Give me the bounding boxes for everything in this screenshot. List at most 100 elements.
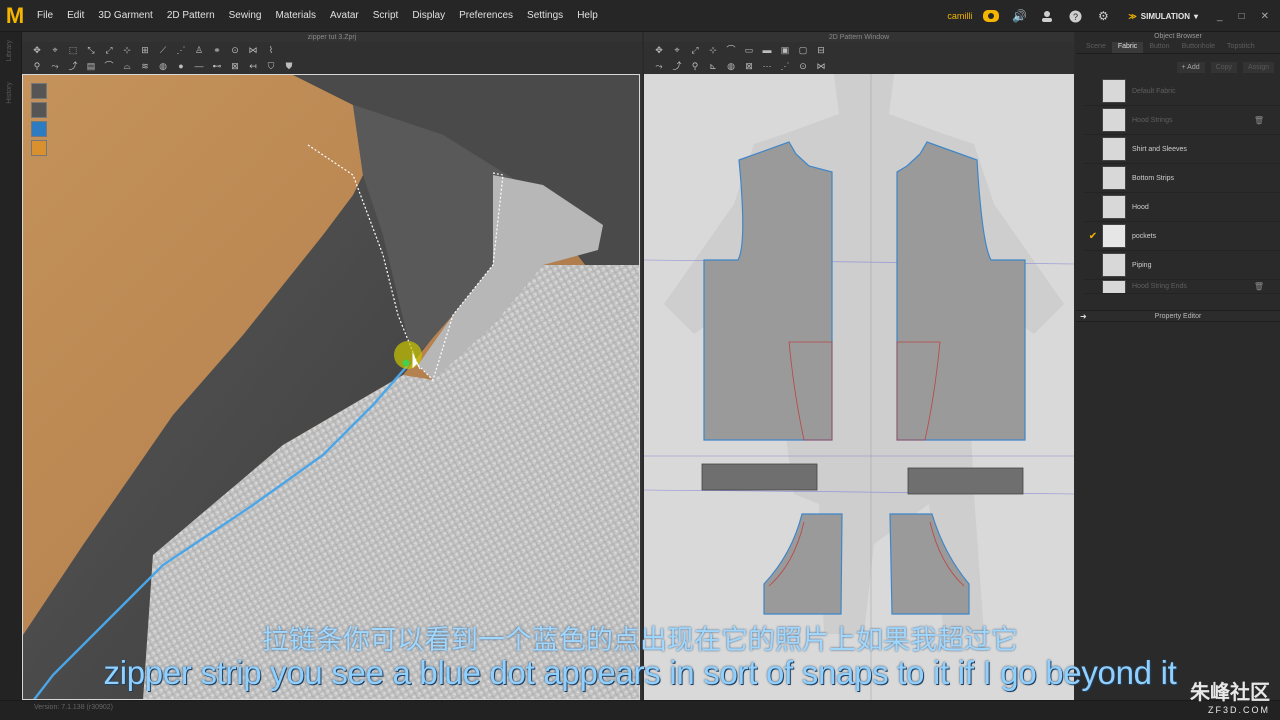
2d-edit-curve-icon[interactable]: ⤢	[688, 44, 702, 56]
list-item[interactable]: ✔ pockets	[1084, 222, 1280, 251]
menu-sewing[interactable]: Sewing	[222, 10, 269, 21]
property-editor-header[interactable]: ➜ Property Editor	[1076, 310, 1280, 322]
shirt-fill-icon[interactable]: ⛊	[282, 60, 296, 72]
2d-edit-point-icon[interactable]: ⌖	[670, 44, 684, 56]
menu-display[interactable]: Display	[405, 10, 452, 21]
menu-edit[interactable]: Edit	[60, 10, 91, 21]
list-item[interactable]: Default Fabric	[1084, 77, 1280, 106]
library-tab-label[interactable]: Library	[6, 40, 13, 61]
list-item[interactable]: Piping	[1084, 251, 1280, 280]
gizmo-icon[interactable]: ⤡	[84, 44, 98, 56]
view-skin-icon[interactable]	[31, 140, 47, 156]
pin-icon[interactable]: ⊹	[120, 44, 134, 56]
zipper-edit-icon[interactable]: ⌇	[264, 44, 278, 56]
layer-icon[interactable]: ▤	[84, 60, 98, 72]
tab-buttonhole[interactable]: Buttonhole	[1176, 42, 1221, 53]
menu-3d-garment[interactable]: 3D Garment	[91, 10, 159, 21]
menu-settings[interactable]: Settings	[520, 10, 570, 21]
2d-internal-polygon-icon[interactable]: ▢	[796, 44, 810, 56]
user-icon[interactable]	[1038, 7, 1056, 25]
2d-polygon-icon[interactable]: ▬	[760, 44, 774, 56]
3d-viewport[interactable]	[22, 74, 640, 700]
2d-graphic-icon[interactable]: ⊠	[742, 60, 756, 72]
list-item[interactable]: Bottom Strips	[1084, 164, 1280, 193]
zipper-tool-icon[interactable]: ⋈	[246, 44, 260, 56]
tab-fabric[interactable]: Fabric	[1111, 42, 1144, 53]
menu-file[interactable]: File	[30, 10, 60, 21]
2d-free-topstitch-icon[interactable]: ⋰	[778, 60, 792, 72]
tab-scene[interactable]: Scene	[1080, 42, 1112, 53]
line-icon[interactable]: —	[192, 60, 206, 72]
assign-fabric-button[interactable]: Assign	[1242, 62, 1274, 73]
tack-icon[interactable]: ⚲	[30, 60, 44, 72]
menu-preferences[interactable]: Preferences	[452, 10, 520, 21]
2d-fold-icon[interactable]: ⊾	[706, 60, 720, 72]
shirt-icon[interactable]: ⛉	[264, 60, 278, 72]
measure-icon[interactable]: ⟋	[156, 44, 170, 56]
simulation-mode-dropdown[interactable]: ≫ SIMULATION ▾	[1122, 12, 1204, 21]
select-move-icon[interactable]: ✥	[30, 44, 44, 56]
speaker-icon[interactable]: 🔊	[1010, 7, 1028, 25]
object-browser-title: Object Browser	[1154, 33, 1202, 40]
close-button[interactable]: ✕	[1258, 11, 1272, 22]
add-fabric-button[interactable]: + Add	[1176, 62, 1205, 73]
box-select-icon[interactable]: ⬚	[66, 44, 80, 56]
select-mesh-icon[interactable]: ⌖	[48, 44, 62, 56]
cloud-icon[interactable]	[982, 7, 1000, 25]
2d-segment-sew-icon[interactable]: ⤳	[652, 60, 666, 72]
maximize-button[interactable]: □	[1236, 11, 1248, 22]
tab-button[interactable]: Button	[1143, 42, 1175, 53]
list-item[interactable]: Hood	[1084, 193, 1280, 222]
puckering-icon[interactable]: ≋	[138, 60, 152, 72]
2d-tack-icon[interactable]: ⚲	[688, 60, 702, 72]
tape-icon[interactable]: ⋰	[174, 44, 188, 56]
fold-icon[interactable]: ⤢	[102, 44, 116, 56]
trace-icon[interactable]: ⊠	[228, 60, 242, 72]
2d-rect-icon[interactable]: ▭	[742, 44, 756, 56]
2d-add-point-icon[interactable]: ⊹	[706, 44, 720, 56]
2d-transform-icon[interactable]: ✥	[652, 44, 666, 56]
2d-internal-rect-icon[interactable]: ▣	[778, 44, 792, 56]
trash-icon[interactable]: 🗑	[1254, 116, 1264, 125]
list-item[interactable]: Hood Strings 🗑	[1084, 106, 1280, 135]
avatar-pose-icon[interactable]: ♙	[192, 44, 206, 56]
fold-arrange-icon[interactable]: ⤴	[66, 60, 80, 72]
2d-texture-icon[interactable]: ◍	[724, 60, 738, 72]
history-tab-label[interactable]: History	[6, 82, 13, 104]
2d-dart-icon[interactable]: ⊟	[814, 44, 828, 56]
style-line-icon[interactable]: ⌒	[102, 60, 116, 72]
user-name[interactable]: camilli	[947, 11, 972, 21]
view-camera-icon[interactable]	[31, 83, 47, 99]
2d-button-icon[interactable]: ⊙	[796, 60, 810, 72]
trash-icon[interactable]: 🗑	[1254, 282, 1264, 291]
2d-free-sew-icon[interactable]: ⤴	[670, 60, 684, 72]
2d-zipper-icon[interactable]: ⋈	[814, 60, 828, 72]
copy-fabric-button[interactable]: Copy	[1210, 62, 1237, 73]
pin-box-icon[interactable]: ⊞	[138, 44, 152, 56]
tab-topstitch[interactable]: Topstitch	[1221, 42, 1261, 53]
library-side-strip[interactable]: Library History	[0, 32, 22, 720]
2d-viewport[interactable]	[644, 74, 1074, 700]
list-item[interactable]: Shirt and Sleeves	[1084, 135, 1280, 164]
list-item[interactable]: Hood String Ends 🗑	[1084, 280, 1280, 294]
menu-avatar[interactable]: Avatar	[323, 10, 366, 21]
view-avatar-icon[interactable]	[31, 102, 47, 118]
menu-script[interactable]: Script	[366, 10, 406, 21]
2d-topstitch-icon[interactable]: ⋯	[760, 60, 774, 72]
menu-2d-pattern[interactable]: 2D Pattern	[160, 10, 222, 21]
settings-icon[interactable]: ⚙	[1094, 7, 1112, 25]
sew-icon[interactable]: ⤳	[48, 60, 62, 72]
menu-help[interactable]: Help	[570, 10, 605, 21]
texture-icon[interactable]: ◍	[156, 60, 170, 72]
view-garment-icon[interactable]	[31, 121, 47, 137]
button-tool-icon[interactable]: ⊙	[228, 44, 242, 56]
menu-materials[interactable]: Materials	[268, 10, 323, 21]
minimize-button[interactable]: _	[1214, 11, 1226, 22]
arrow-icon[interactable]: ↤	[246, 60, 260, 72]
2d-curvature-icon[interactable]: ⌒	[724, 44, 738, 56]
scale-icon[interactable]: ⊷	[210, 60, 224, 72]
help-icon[interactable]: ?	[1066, 7, 1084, 25]
strap-icon[interactable]: ⌓	[120, 60, 134, 72]
arrangement-icon[interactable]: ⚭	[210, 44, 224, 56]
sphere-icon[interactable]: ●	[174, 60, 188, 72]
